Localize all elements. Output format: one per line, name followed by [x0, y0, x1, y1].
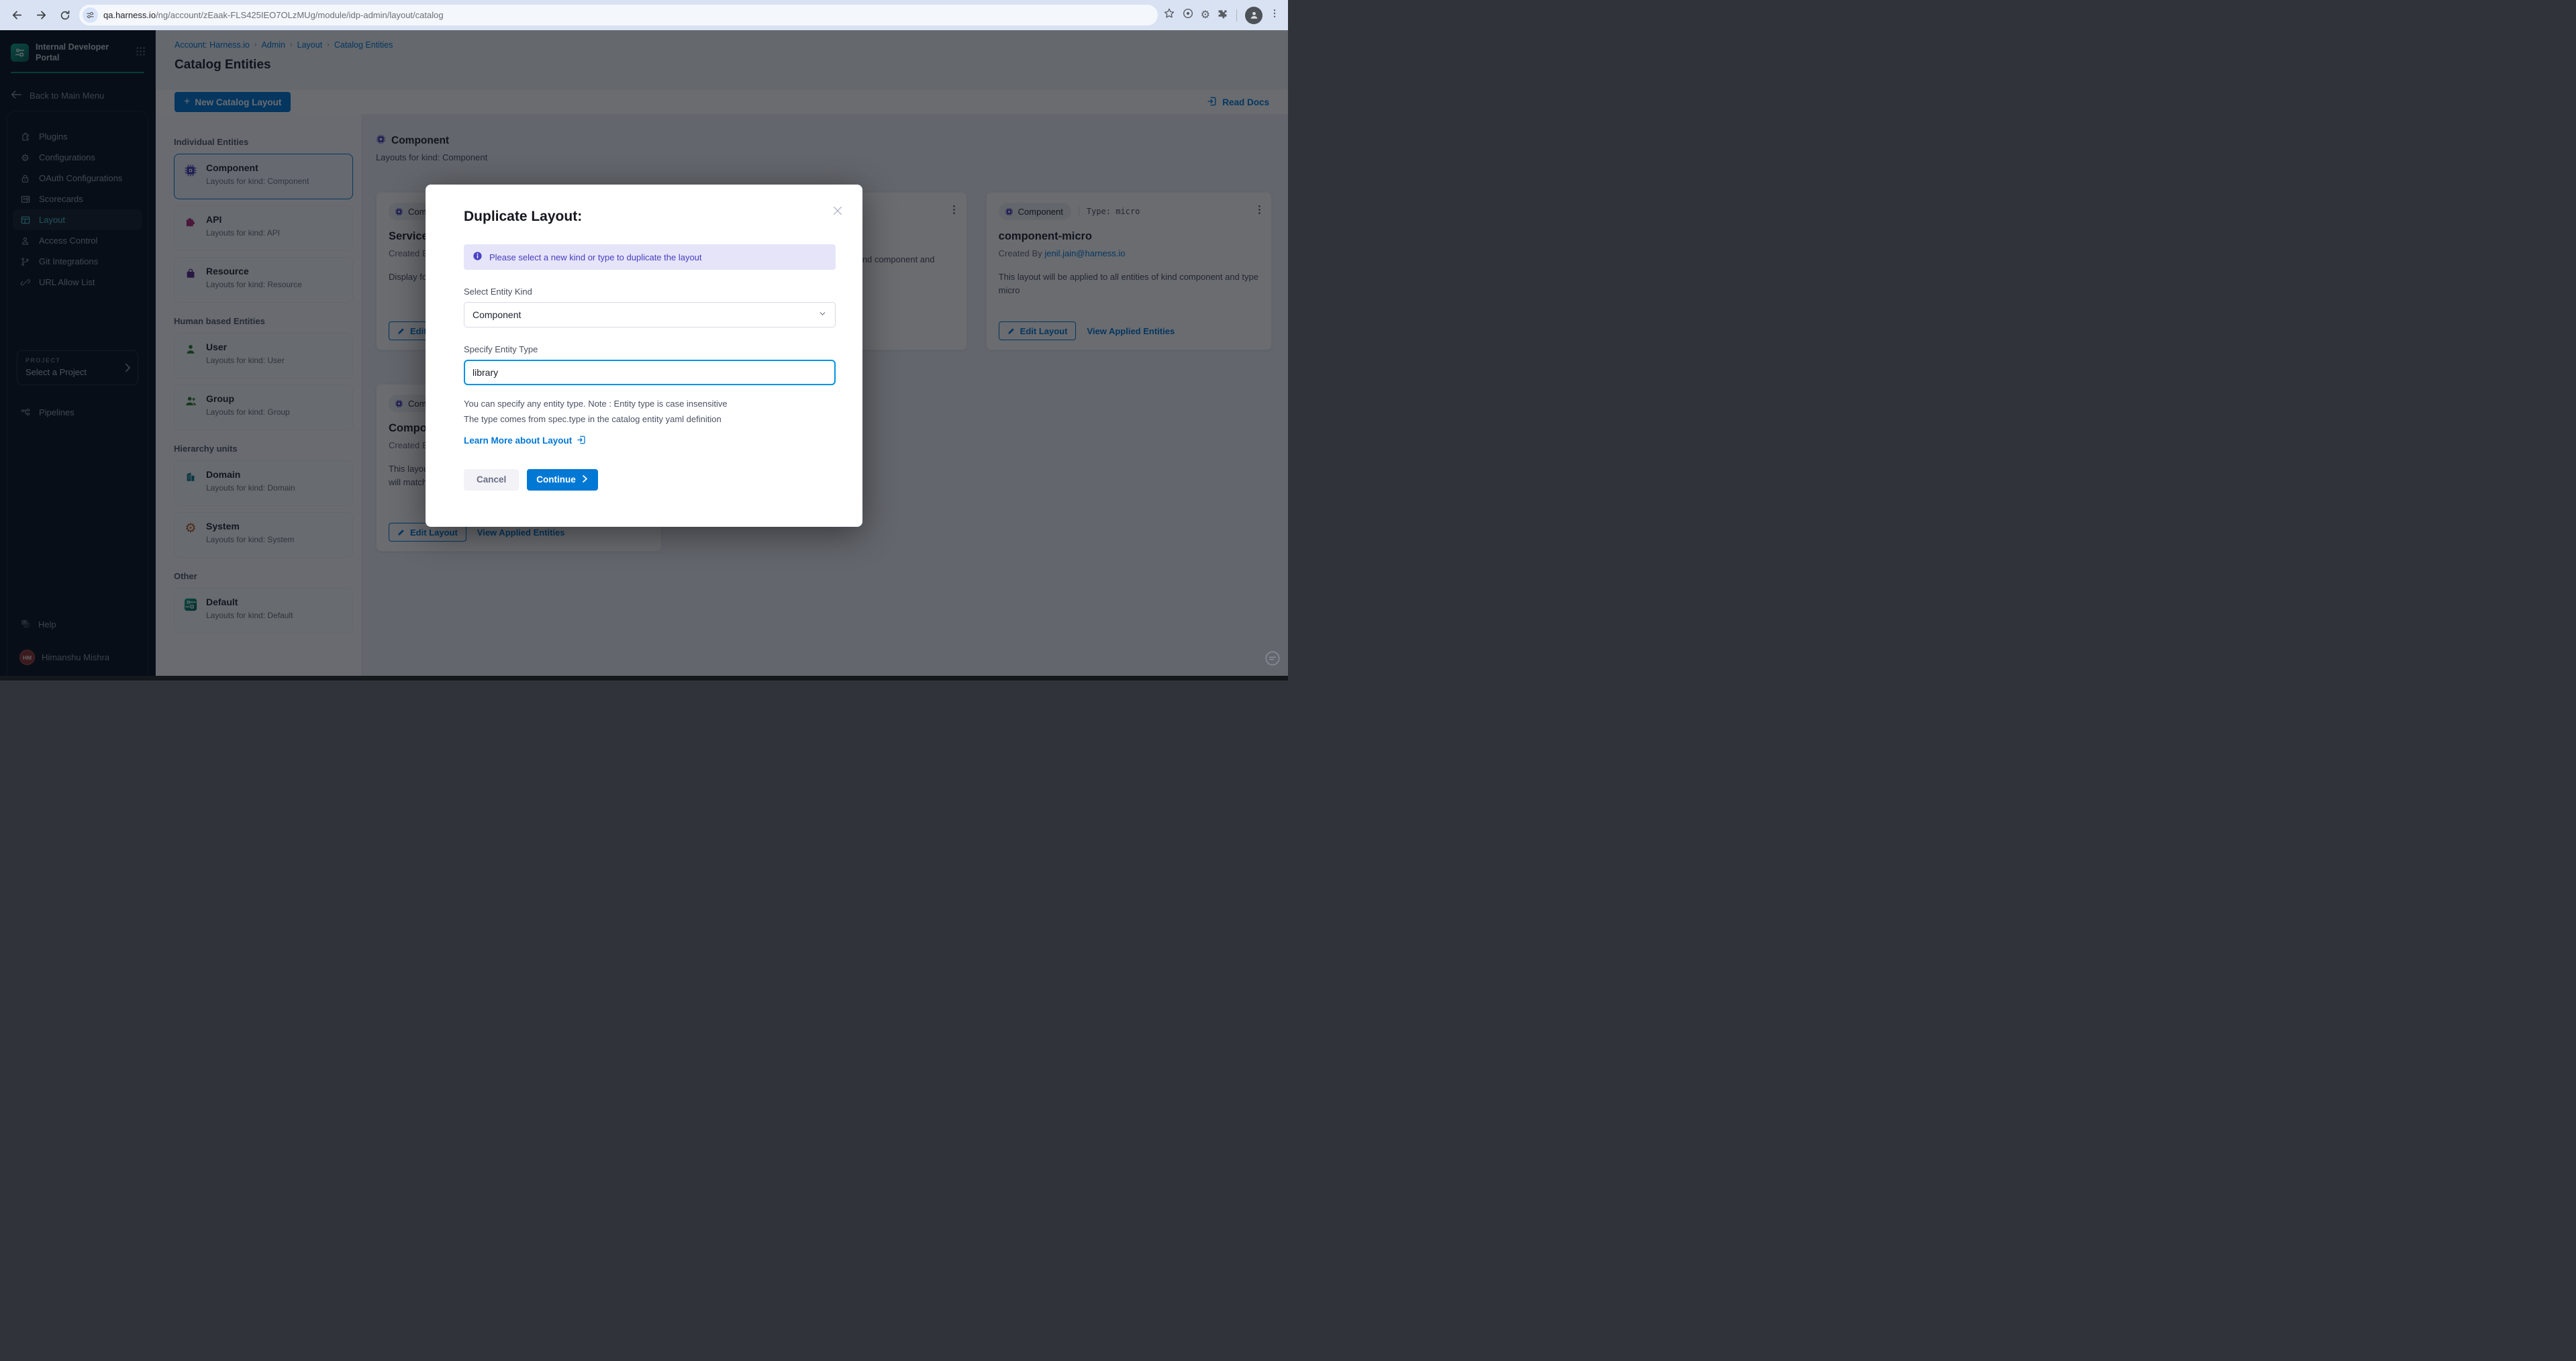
entity-kind-selected-value: Component [473, 309, 521, 320]
entity-type-label: Specify Entity Type [464, 344, 836, 354]
info-banner-text: Please select a new kind or type to dupl… [489, 252, 702, 262]
chevron-right-icon [581, 474, 589, 485]
modal-title: Duplicate Layout: [464, 209, 836, 225]
duplicate-layout-modal: Duplicate Layout: Please select a new ki… [426, 185, 862, 527]
url-host: qa.harness.io [103, 10, 156, 20]
site-settings-icon[interactable] [83, 7, 98, 23]
browser-chrome: qa.harness.io/ng/account/zEaak-FLS425IEO… [0, 0, 1288, 30]
note-line2: The type comes from spec.type in the cat… [464, 412, 836, 427]
url-text: qa.harness.io/ng/account/zEaak-FLS425IEO… [103, 10, 444, 20]
learn-more-link[interactable]: Learn More about Layout [464, 435, 836, 447]
browser-window: qa.harness.io/ng/account/zEaak-FLS425IEO… [0, 0, 1288, 680]
entity-kind-label: Select Entity Kind [464, 287, 836, 297]
learn-more-label: Learn More about Layout [464, 436, 572, 446]
note-line1: You can specify any entity type. Note : … [464, 397, 836, 412]
external-doc-icon [577, 435, 587, 447]
url-path: /ng/account/zEaak-FLS425IEO7OLzMUg/modul… [156, 10, 444, 20]
address-bar[interactable]: qa.harness.io/ng/account/zEaak-FLS425IEO… [79, 5, 1158, 26]
entity-type-input[interactable] [464, 360, 836, 385]
extension-badge-icon[interactable] [1182, 7, 1194, 23]
entity-kind-select[interactable]: Component [464, 302, 836, 327]
back-button[interactable] [7, 5, 27, 26]
chevron-down-icon [818, 309, 827, 320]
settings-gear-icon[interactable]: ⚙ [1201, 10, 1210, 21]
reload-button[interactable] [55, 5, 75, 26]
continue-label: Continue [536, 474, 576, 485]
info-icon [473, 251, 483, 263]
close-icon[interactable] [829, 202, 846, 219]
bookmark-star-icon[interactable] [1163, 7, 1175, 23]
continue-button[interactable]: Continue [527, 469, 598, 491]
info-banner: Please select a new kind or type to dupl… [464, 244, 836, 270]
extensions-puzzle-icon[interactable] [1217, 8, 1228, 23]
window-bottom-edge [0, 676, 1288, 680]
divider [1236, 9, 1237, 21]
cancel-button[interactable]: Cancel [464, 469, 519, 491]
forward-button[interactable] [31, 5, 51, 26]
support-chat-icon[interactable] [1264, 650, 1281, 670]
browser-menu-kebab-icon[interactable] [1269, 8, 1280, 22]
browser-profile-avatar[interactable] [1245, 7, 1262, 24]
